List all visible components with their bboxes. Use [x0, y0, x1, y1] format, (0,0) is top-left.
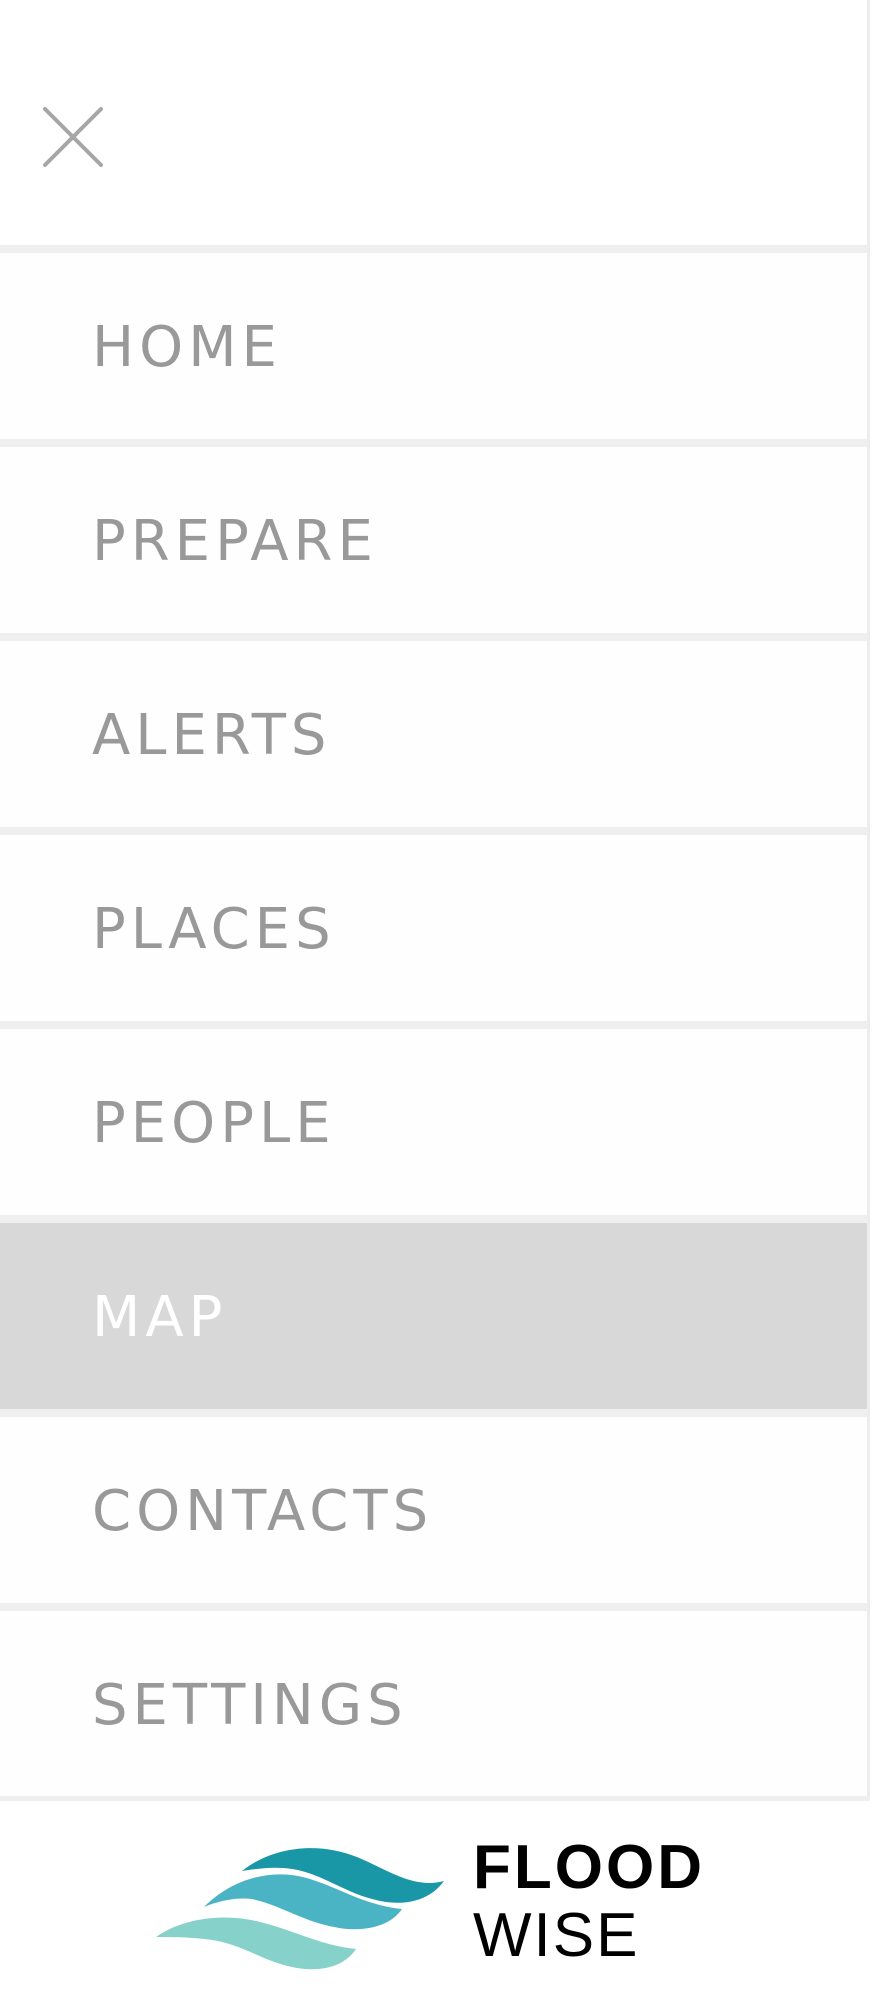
nav-item-map[interactable]: MAP: [0, 1215, 867, 1409]
nav-item-prepare[interactable]: PREPARE: [0, 439, 867, 633]
nav-item-label: PLACES: [92, 896, 336, 962]
navigation-drawer: HOME PREPARE ALERTS PLACES PEOPLE MAP CO…: [0, 0, 870, 2001]
nav-item-label: MAP: [92, 1284, 228, 1350]
close-button[interactable]: [42, 106, 104, 168]
drawer-header: [0, 0, 867, 245]
nav-menu: HOME PREPARE ALERTS PLACES PEOPLE MAP CO…: [0, 245, 867, 1797]
nav-item-alerts[interactable]: ALERTS: [0, 633, 867, 827]
nav-item-label: PEOPLE: [92, 1090, 336, 1156]
wave-logo-icon: [156, 1848, 444, 1970]
nav-item-label: HOME: [92, 314, 282, 380]
nav-item-label: CONTACTS: [92, 1478, 434, 1544]
logo-wordmark: FLOOD WISE: [473, 1837, 705, 1967]
nav-item-label: PREPARE: [92, 508, 378, 574]
logo-text-flood: FLOOD: [473, 1833, 705, 1902]
logo-text-wise: WISE: [473, 1901, 640, 1970]
nav-item-home[interactable]: HOME: [0, 245, 867, 439]
app-logo: FLOOD WISE: [0, 1796, 870, 2001]
nav-item-settings[interactable]: SETTINGS: [0, 1603, 867, 1797]
nav-item-places[interactable]: PLACES: [0, 827, 867, 1021]
nav-item-label: ALERTS: [92, 702, 332, 768]
nav-item-people[interactable]: PEOPLE: [0, 1021, 867, 1215]
close-icon: [43, 107, 103, 167]
nav-item-label: SETTINGS: [92, 1672, 408, 1738]
nav-item-contacts[interactable]: CONTACTS: [0, 1409, 867, 1603]
